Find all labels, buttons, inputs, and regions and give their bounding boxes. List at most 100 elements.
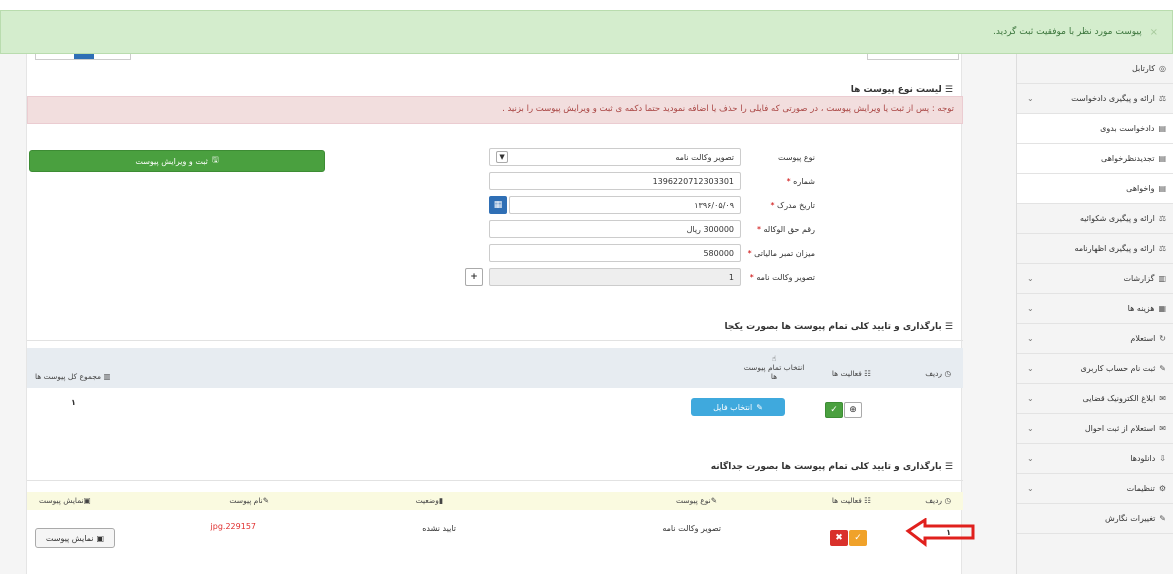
date-row: تاریخ مدرک * ۱۳۹۶/۰۵/۰۹ ▦ [489, 196, 821, 214]
chart-icon: ▥ [1158, 274, 1166, 283]
tax-label: میزان تمبر مالیاتی * [747, 248, 815, 258]
divider [27, 340, 963, 341]
th-status: ▮وضعیت [415, 496, 443, 505]
sidebar-item[interactable]: ▤ تجدیدنظرخواهی [1017, 144, 1173, 174]
th-view: ▣نمایش پیوست [39, 496, 91, 505]
download-icon: ⇩ [1159, 454, 1166, 463]
scale-icon: ⚖ [1158, 214, 1166, 223]
section2-table-header [27, 348, 963, 388]
type-label: نوع پیوست [777, 152, 815, 162]
sidebar-item[interactable]: ▦ هزینه ها ⌄ [1017, 294, 1173, 324]
image-label: تصویر وکالت نامه * [749, 272, 815, 282]
sidebar-item[interactable]: ⚖ ارائه و پیگیری دادخواست ⌄ [1017, 84, 1173, 114]
sidebar-item[interactable]: ◎ کارتابل [1017, 54, 1173, 84]
save-icon: 🖫 [211, 155, 219, 164]
sidebar-item[interactable]: ⇩ دانلودها ⌄ [1017, 444, 1173, 474]
chevron-down-icon: ⌄ [1027, 334, 1034, 343]
section3-table-header [27, 492, 963, 510]
check-icon: ✓ [854, 533, 862, 543]
number-input[interactable]: 1396220712303301 [489, 172, 741, 190]
upload-icon: ⊕ [849, 405, 857, 415]
chevron-down-icon: ⌄ [1027, 394, 1034, 403]
section3-title: ☰ بارگذاری و تایید کلی تمام پیوست ها بصو… [710, 462, 953, 472]
section2-title: ☰ بارگذاری و تایید کلی تمام پیوست ها بصو… [724, 322, 953, 332]
image-count-input: 1 [489, 268, 741, 286]
chevron-down-icon: ⌄ [1027, 424, 1034, 433]
date-input[interactable]: ۱۳۹۶/۰۵/۰۹ [509, 196, 741, 214]
sidebar-item-label: ثبت نام حساب کاربری [1080, 364, 1156, 373]
close-icon[interactable]: × [1150, 27, 1158, 38]
pagination-remnant [35, 54, 131, 60]
mail-icon: ✉ [1159, 424, 1166, 433]
chevron-down-icon: ⌄ [1027, 364, 1034, 373]
type-select[interactable]: تصویر وکالت نامه ▼ [489, 148, 741, 166]
chevron-down-icon: ▼ [496, 151, 508, 163]
sidebar-item[interactable]: ▥ گزارشات ⌄ [1017, 264, 1173, 294]
sidebar-item[interactable]: ⚙ تنظیمات ⌄ [1017, 474, 1173, 504]
pagination-active-page[interactable] [74, 54, 94, 59]
scale-icon: ⚖ [1158, 94, 1166, 103]
sidebar-item[interactable]: ✎ تغییرات نگارش [1017, 504, 1173, 534]
number-label: شماره * [786, 176, 815, 186]
sidebar-item[interactable]: ▤ دادخواست بدوی [1017, 114, 1173, 144]
section1-title: ☰ لیست نوع پیوست ها [850, 85, 953, 95]
check-icon: ✓ [830, 405, 838, 415]
sidebar-item[interactable]: ✎ ثبت نام حساب کاربری ⌄ [1017, 354, 1173, 384]
calendar-icon[interactable]: ▦ [489, 196, 507, 214]
cell-status: تایید نشده [422, 524, 456, 533]
select-file-button[interactable]: انتخاب فایل ✎ [691, 398, 785, 416]
chevron-down-icon: ⌄ [1027, 274, 1034, 283]
upload-all-button[interactable]: ⊕ [844, 402, 862, 418]
cell-name[interactable]: jpg.229157 [211, 522, 256, 531]
red-arrow-annotation [905, 518, 975, 548]
sidebar-item-label: کارتابل [1131, 64, 1156, 73]
th-actions: ☷ فعالیت ها [831, 369, 871, 378]
pencil-icon: ✎ [1159, 514, 1166, 523]
sidebar-item-label: تنظیمات [1126, 484, 1155, 493]
dashboard-icon: ◎ [1159, 64, 1166, 73]
add-icon[interactable]: + [465, 268, 483, 286]
divider [27, 480, 963, 481]
sidebar-item[interactable]: ↻ استعلام ⌄ [1017, 324, 1173, 354]
number-row: شماره * 1396220712303301 [489, 172, 821, 190]
sidebar-item-label: گزارشات [1123, 274, 1155, 283]
attachments-panel: ☰ لیست نوع پیوست ها توجه : پس از ثبت یا … [26, 54, 963, 574]
th-actions: ☷ فعالیت ها [831, 496, 871, 505]
chevron-down-icon: ⌄ [1027, 454, 1034, 463]
warning-alert: توجه : پس از ثبت یا ویرایش پیوست ، در صو… [27, 96, 963, 124]
doc-icon: ▤ [1158, 124, 1166, 133]
notification-text: پیوست مورد نظر با موفقیت ثبت گردید. [992, 27, 1142, 37]
sidebar-item-label: دادخواست بدوی [1100, 124, 1155, 133]
paperclip-icon: ✎ [756, 402, 763, 412]
sidebar-item[interactable]: ▤ واخواهی [1017, 174, 1173, 204]
calc-icon: ▦ [1158, 304, 1166, 313]
sidebar-item[interactable]: ✉ استعلام از ثبت احوال ⌄ [1017, 414, 1173, 444]
tax-input[interactable]: 580000 [489, 244, 741, 262]
scale-icon: ⚖ [1158, 244, 1166, 253]
type-row: نوع پیوست تصویر وکالت نامه ▼ [489, 148, 821, 166]
fee-input[interactable]: 300000 ریال [489, 220, 741, 238]
delete-button[interactable]: ✖ [830, 530, 848, 546]
sidebar-item-label: تغییرات نگارش [1104, 514, 1156, 523]
th-select-all: ☝ انتخاب تمام پیوست ها [743, 354, 805, 381]
th-row: ◷ ردیف [925, 369, 951, 378]
sidebar-item[interactable]: ✉ ابلاغ الکترونیک قضایی ⌄ [1017, 384, 1173, 414]
doc-icon: ▤ [1158, 154, 1166, 163]
sidebar-item-label: ارائه و پیگیری اظهارنامه [1074, 244, 1155, 253]
fee-label: رقم حق الوکاله * [756, 224, 815, 234]
sidebar-item[interactable]: ⚖ ارائه و پیگیری اظهارنامه [1017, 234, 1173, 264]
edit-button[interactable]: ✓ [849, 530, 867, 546]
select-remnant[interactable] [867, 54, 959, 60]
sidebar-item[interactable]: ⚖ ارائه و پیگیری شکوائیه [1017, 204, 1173, 234]
image-icon: ▣ [96, 533, 105, 543]
image-row: تصویر وکالت نامه * 1 + [459, 268, 821, 286]
submit-attachment-button[interactable]: ثبت و ویرایش پیوست 🖫 [29, 150, 325, 172]
sidebar-item-label: ابلاغ الکترونیک قضایی [1082, 394, 1156, 403]
tax-row: میزان تمبر مالیاتی * 580000 [489, 244, 821, 262]
view-attachment-button[interactable]: ▣ نمایش پیوست [35, 528, 115, 548]
success-notification: پیوست مورد نظر با موفقیت ثبت گردید. × [0, 10, 1173, 54]
confirm-all-button[interactable]: ✓ [825, 402, 843, 418]
sidebar-item-label: ارائه و پیگیری شکوائیه [1079, 214, 1155, 223]
main-content: ☰ لیست نوع پیوست ها توجه : پس از ثبت یا … [0, 40, 1016, 574]
doc-icon: ▤ [1158, 184, 1166, 193]
